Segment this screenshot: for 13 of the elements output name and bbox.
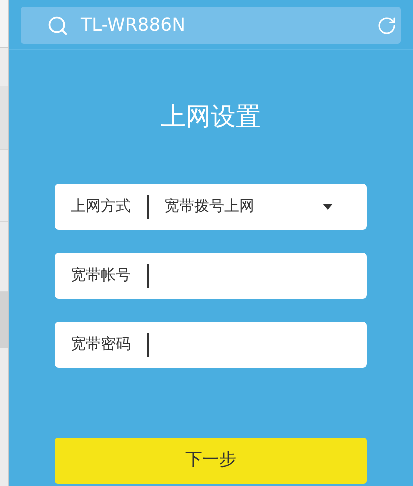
page-title: 上网设置 [160, 101, 262, 133]
field-label: 宽带密码 [71, 334, 131, 356]
input-field[interactable]: 宽带密码 [55, 322, 367, 368]
caret-icon [323, 204, 333, 210]
address-text: TL-WR886N [81, 14, 187, 38]
search-icon [47, 14, 69, 36]
select-field[interactable]: 上网方式 宽带拨号上网 [55, 184, 367, 230]
input-field[interactable]: 宽带帐号 [55, 252, 367, 298]
next-button[interactable]: 下一步 [55, 438, 367, 484]
field-label: 宽带帐号 [71, 265, 131, 286]
field-label: 上网方式 [71, 196, 131, 218]
field-value: 宽带拨号上网 [164, 196, 254, 218]
reload-icon[interactable] [377, 16, 397, 36]
